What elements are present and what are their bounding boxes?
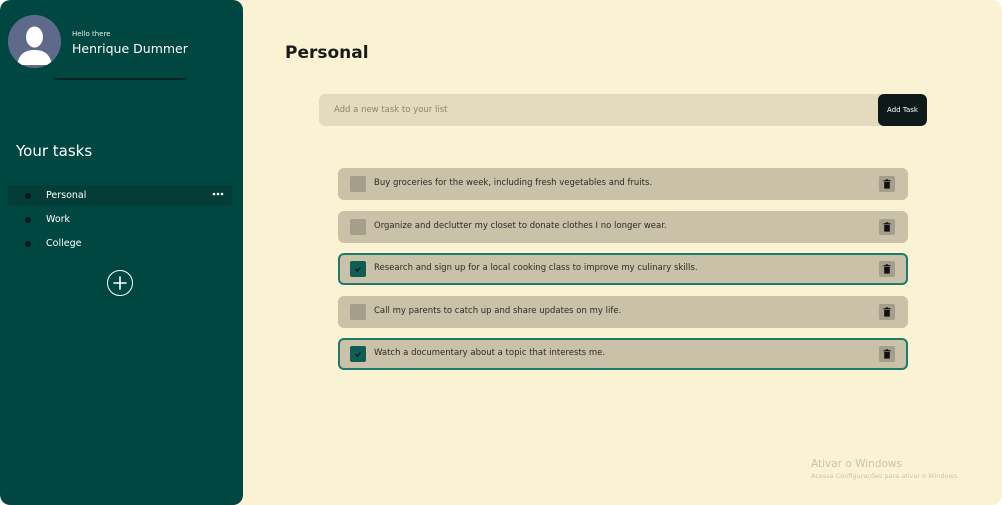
task-item: Organize and declutter my closet to dona… [338, 210, 908, 243]
delete-task-button[interactable] [879, 261, 895, 277]
sidebar-item-label: Work [46, 214, 71, 225]
task-item: Research and sign up for a local cooking… [338, 253, 908, 285]
trash-icon [883, 179, 891, 189]
sidebar-item-work[interactable]: Work [8, 209, 232, 230]
user-name: Henrique Dummer [72, 41, 188, 56]
check-icon [355, 266, 362, 272]
delete-task-button[interactable] [879, 218, 895, 235]
sidebar-item-label: Personal [46, 190, 87, 201]
task-checkbox[interactable] [350, 176, 366, 192]
sidebar-item-label: College [46, 238, 82, 249]
watermark-subtitle: Acesse Configurações para ativar o Windo… [811, 472, 960, 480]
avatar[interactable] [8, 15, 61, 68]
trash-icon [883, 306, 891, 317]
watermark-title: Ativar o Windows [811, 458, 902, 470]
check-icon [355, 351, 362, 357]
trash-icon [883, 264, 891, 274]
sidebar-item-college[interactable]: College [8, 233, 232, 254]
task-checkbox[interactable] [350, 261, 366, 277]
windows-activation-watermark: Ativar o Windows Acesse Configurações pa… [811, 458, 959, 480]
task-text: Watch a documentary about a topic that i… [374, 348, 606, 358]
app-window: Hello there Henrique Dummer Your tasks P… [0, 0, 1002, 505]
more-horizontal-icon[interactable] [212, 188, 224, 204]
delete-task-button[interactable] [879, 176, 895, 192]
task-lists: Personal Work College [8, 185, 232, 257]
plus-icon [113, 276, 127, 290]
task-text: Organize and declutter my closet to dona… [374, 220, 667, 231]
task-text: Call my parents to catch up and share up… [374, 305, 622, 316]
trash-icon [883, 221, 891, 232]
delete-task-button[interactable] [879, 303, 895, 320]
sidebar-item-personal[interactable]: Personal [8, 185, 232, 206]
task-checkbox[interactable] [350, 303, 366, 320]
sidebar: Hello there Henrique Dummer Your tasks P… [0, 0, 243, 505]
profile-divider [54, 78, 186, 80]
add-task-bar: Add Task [319, 94, 927, 126]
task-text: Buy groceries for the week, including fr… [374, 178, 653, 188]
add-list-button[interactable] [107, 270, 133, 296]
bullet-icon [25, 217, 31, 223]
task-item: Call my parents to catch up and share up… [338, 295, 908, 328]
task-item: Buy groceries for the week, including fr… [338, 168, 908, 200]
user-silhouette-icon [8, 15, 61, 68]
task-item: Watch a documentary about a topic that i… [338, 338, 908, 370]
greeting-text: Hello there [72, 30, 111, 38]
delete-task-button[interactable] [879, 346, 895, 362]
page-title: Personal [285, 43, 369, 63]
task-text: Research and sign up for a local cooking… [374, 263, 698, 273]
task-list: Buy groceries for the week, including fr… [338, 168, 908, 381]
task-checkbox[interactable] [350, 346, 366, 362]
task-checkbox[interactable] [350, 218, 366, 235]
sidebar-heading: Your tasks [16, 142, 93, 160]
trash-icon [883, 349, 891, 359]
bullet-icon [25, 193, 31, 199]
new-task-input[interactable] [319, 94, 878, 126]
bullet-icon [25, 241, 31, 247]
add-task-button[interactable]: Add Task [878, 94, 927, 126]
